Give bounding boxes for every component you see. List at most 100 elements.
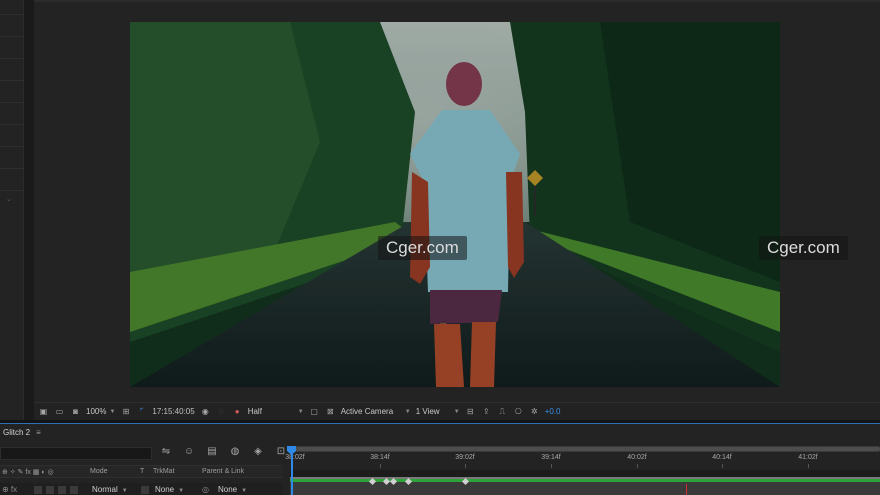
timeline-icon[interactable]: ⎍ — [497, 407, 508, 417]
chevron-down-icon: ▼ — [178, 488, 185, 494]
show-snapshot-icon[interactable]: ◌ — [216, 407, 227, 417]
chevron-down-icon[interactable]: ⌄ — [6, 195, 12, 203]
switch-box[interactable] — [34, 486, 42, 494]
fast-preview-icon[interactable]: ▢ — [309, 407, 320, 417]
exposure-value[interactable]: +0.0 — [545, 407, 561, 416]
composition-viewer[interactable]: Cger.com Cger.com — [34, 0, 880, 402]
playhead-line — [291, 454, 293, 495]
work-area-navigator[interactable] — [290, 446, 880, 452]
chevron-down-icon: ▼ — [109, 408, 116, 415]
chevron-down-icon: ▼ — [453, 408, 460, 415]
column-trkmat[interactable]: TrkMat — [153, 468, 175, 475]
watermark: Cger.com — [378, 236, 467, 260]
current-timecode[interactable]: 17:15:40:05 — [152, 407, 194, 416]
motion-blur-icon[interactable]: ◍ — [229, 446, 241, 458]
layer-switches-icon[interactable]: ⊕ fx — [2, 485, 17, 495]
tick-mark — [551, 464, 552, 468]
tab-glitch-2[interactable]: Glitch 2 ≡ — [0, 424, 41, 440]
navigator-fill — [290, 447, 880, 451]
panel-rule — [0, 146, 24, 147]
marker-line — [686, 484, 687, 495]
watermark: Cger.com — [759, 236, 848, 260]
camera-dropdown[interactable]: Active Camera ▼ — [341, 407, 411, 416]
tick-mark — [637, 464, 638, 468]
always-preview-icon[interactable]: ▣ — [38, 407, 49, 417]
panel-rule — [0, 80, 24, 81]
time-ruler[interactable]: 38:02f 38:14f 39:02f 39:14f 40:02f 40:14… — [285, 446, 880, 495]
av-switches-icon: ⊕ ✧ ✎ fx ▦ ◐ ◎ — [2, 469, 54, 476]
trkmat-value: None — [155, 485, 175, 494]
preview-image — [130, 22, 780, 387]
panel-rule — [0, 58, 24, 59]
preserve-transparency-box[interactable] — [141, 486, 149, 494]
switch-box[interactable] — [58, 486, 66, 494]
tick-label: 41:02f — [798, 454, 818, 461]
panel-rule — [0, 102, 24, 103]
after-effects-window: ⌄ Cger.com Cger.com ▣ ▭ ◙ 100% ▼ ⊞ ⌜ 17:… — [0, 0, 880, 495]
switch-box[interactable] — [70, 486, 78, 494]
panel-gap — [24, 0, 34, 420]
pick-whip-icon[interactable]: ◎ — [202, 485, 209, 495]
tick-label: 40:02f — [627, 454, 647, 461]
resolution-dropdown[interactable]: Half ▼ — [248, 407, 304, 416]
column-mode[interactable]: Mode — [90, 468, 108, 475]
vr-goggles-icon[interactable]: ◙ — [70, 407, 81, 417]
viewer-toolbar: ▣ ▭ ◙ 100% ▼ ⊞ ⌜ 17:15:40:05 ◉ ◌ ● Half ▼ … — [34, 402, 880, 420]
tick-label: 38:14f — [370, 454, 390, 461]
chevron-down-icon: ▼ — [297, 408, 304, 415]
toggle-pixel-aspect-icon[interactable]: ⊟ — [465, 407, 476, 417]
monitor-icon[interactable]: ▭ — [54, 407, 65, 417]
snapshot-camera-icon[interactable]: ◉ — [200, 407, 211, 417]
left-panel: ⌄ — [0, 0, 24, 420]
chevron-down-icon: ▼ — [121, 488, 128, 494]
layer-mode-dropdown[interactable]: Normal ▼ — [92, 485, 136, 495]
flowchart-icon[interactable]: ⎔ — [513, 407, 524, 417]
camera-value: Active Camera — [340, 407, 394, 416]
timeline-switches: ⇋ ☺ ▤ ◍ ◈ ⊡ — [160, 446, 287, 458]
tick-label: 40:14f — [712, 454, 732, 461]
layer-search-input[interactable] — [0, 447, 152, 460]
tick-label: 38:02f — [285, 454, 305, 461]
chevron-down-icon: ▼ — [404, 408, 411, 415]
column-t[interactable]: T — [140, 468, 144, 475]
panel-rule — [0, 14, 24, 15]
parent-value: None — [218, 485, 238, 494]
tick-label: 39:02f — [455, 454, 475, 461]
transparency-grid-icon[interactable]: ⊠ — [325, 407, 336, 417]
panel-rule — [0, 36, 24, 37]
tick-label: 39:14f — [541, 454, 561, 461]
parent-dropdown[interactable]: None ▼ — [218, 485, 270, 495]
layer-column-header: ⊕ ✧ ✎ fx ▦ ◐ ◎ Mode T TrkMat Parent & Li… — [0, 465, 282, 478]
view-layout-dropdown[interactable]: 1 View ▼ — [416, 407, 460, 416]
tick-mark — [722, 464, 723, 468]
composition-frame[interactable] — [130, 22, 780, 387]
tick-mark — [465, 464, 466, 468]
resolution-value: Half — [247, 407, 262, 416]
view-layout-value: 1 View — [415, 407, 440, 416]
graph-editor-icon[interactable]: ◈ — [252, 446, 264, 458]
color-channels-icon[interactable]: ● — [232, 407, 243, 417]
export-frame-icon[interactable]: ⇪ — [481, 407, 492, 417]
playhead[interactable] — [287, 446, 296, 495]
tick-mark — [380, 464, 381, 468]
time-ticks: 38:02f 38:14f 39:02f 39:14f 40:02f 40:14… — [285, 454, 880, 468]
exposure-reset-icon[interactable]: ✲ — [529, 407, 540, 417]
timeline-panel: Glitch 2 ≡ ⇋ ☺ ▤ ◍ ◈ ⊡ ⊕ ✧ ✎ fx ▦ ◐ ◎ Mo… — [0, 423, 880, 495]
zoom-value: 100% — [86, 407, 107, 416]
layer-mode-value: Normal — [92, 485, 118, 494]
switch-box[interactable] — [46, 486, 54, 494]
draft-3d-icon[interactable]: ⇋ — [160, 446, 172, 458]
region-of-interest-icon[interactable]: ⌜ — [136, 407, 147, 417]
frame-blending-icon[interactable]: ▤ — [206, 446, 218, 458]
column-parent[interactable]: Parent & Link — [202, 468, 244, 475]
panel-menu-icon[interactable]: ≡ — [36, 428, 41, 437]
fit-frame-icon[interactable]: ⊞ — [120, 407, 131, 417]
panel-rule — [0, 124, 24, 125]
layer-row[interactable]: ⊕ fx Normal ▼ None ▼ ◎ None ▼ — [0, 483, 282, 495]
tab-label: Glitch 2 — [3, 427, 31, 437]
trkmat-dropdown[interactable]: None ▼ — [155, 485, 195, 495]
zoom-dropdown[interactable]: 100% ▼ — [86, 407, 115, 416]
layer-track[interactable] — [290, 482, 880, 495]
chevron-down-icon: ▼ — [241, 488, 248, 494]
shy-layers-icon[interactable]: ☺ — [183, 446, 195, 458]
